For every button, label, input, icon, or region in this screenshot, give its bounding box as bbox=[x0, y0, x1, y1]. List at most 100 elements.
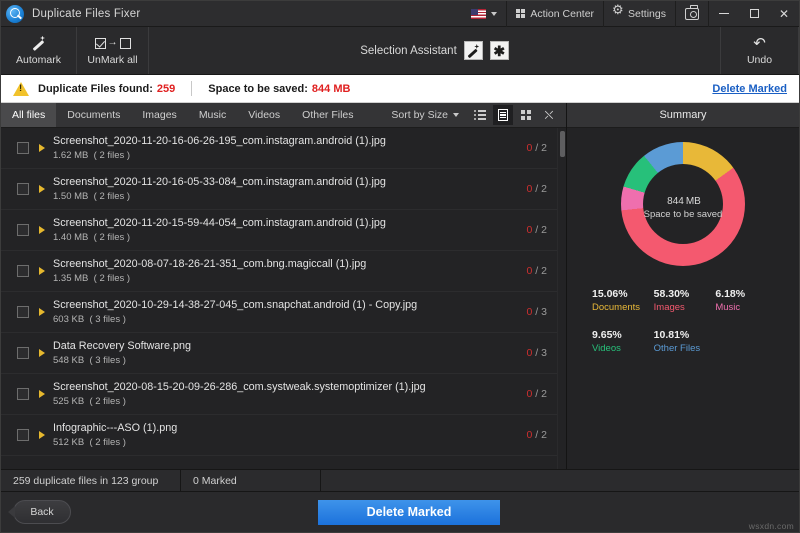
row-checkbox[interactable] bbox=[17, 224, 29, 236]
legend-item: 6.18% Music bbox=[715, 288, 777, 313]
summary-title: Summary bbox=[567, 103, 799, 128]
legend-item: 9.65% Videos bbox=[592, 329, 654, 354]
row-meta: Infographic---ASO (1).png 512 KB ( 2 file… bbox=[53, 422, 517, 448]
legend-label: Music bbox=[715, 302, 741, 313]
maximize-icon bbox=[749, 9, 759, 18]
grid-icon bbox=[515, 8, 526, 19]
maximize-button[interactable] bbox=[739, 1, 769, 27]
table-row[interactable]: Infographic---ASO (1).png 512 KB ( 2 file… bbox=[1, 415, 557, 456]
file-name: Screenshot_2020-08-15-20-09-26-286_com.s… bbox=[53, 381, 426, 393]
divider bbox=[191, 81, 193, 96]
row-meta: Data Recovery Software.png 548 KB ( 3 fil… bbox=[53, 340, 517, 366]
expand-arrow-icon[interactable] bbox=[39, 226, 45, 234]
automark-button[interactable]: Automark bbox=[1, 27, 77, 74]
tile-view-button[interactable] bbox=[516, 105, 536, 125]
minimize-button[interactable] bbox=[709, 1, 739, 27]
expand-arrow-icon[interactable] bbox=[39, 267, 45, 275]
row-checkbox[interactable] bbox=[17, 142, 29, 154]
unmark-all-button[interactable]: → UnMark all bbox=[77, 27, 149, 74]
file-list: Screenshot_2020-11-20-16-06-26-195_com.i… bbox=[1, 128, 557, 469]
expand-arrow-icon[interactable] bbox=[39, 390, 45, 398]
app-title: Duplicate Files Fixer bbox=[32, 7, 141, 20]
file-size: 512 KB ( 2 files ) bbox=[53, 437, 126, 448]
expand-arrow-icon[interactable] bbox=[39, 431, 45, 439]
table-row[interactable]: Screenshot_2020-08-07-18-26-21-351_com.b… bbox=[1, 251, 557, 292]
expand-arrow-icon[interactable] bbox=[39, 185, 45, 193]
delete-marked-link[interactable]: Delete Marked bbox=[712, 83, 787, 95]
tab-music[interactable]: Music bbox=[188, 103, 237, 127]
summary-legend: 15.06% Documents 58.30% Images 6.18% Music 9.6… bbox=[567, 266, 799, 354]
marked-count: 0 / 2 bbox=[526, 142, 547, 154]
back-button[interactable]: Back bbox=[8, 500, 71, 524]
settings-button[interactable]: Settings bbox=[604, 1, 675, 27]
table-row[interactable]: Screenshot_2020-11-20-16-05-33-084_com.i… bbox=[1, 169, 557, 210]
donut-caption: Space to be saved bbox=[643, 208, 723, 220]
expand-arrow-icon[interactable] bbox=[39, 308, 45, 316]
screenshot-button[interactable] bbox=[676, 1, 708, 27]
fullscreen-view-button[interactable]: ⛌ bbox=[539, 105, 559, 125]
row-checkbox[interactable] bbox=[17, 183, 29, 195]
summary-donut-chart: 844 MB Space to be saved bbox=[621, 142, 745, 266]
delete-marked-button[interactable]: Delete Marked bbox=[318, 499, 500, 525]
table-row[interactable]: Screenshot_2020-11-20-16-06-26-195_com.i… bbox=[1, 128, 557, 169]
row-checkbox[interactable] bbox=[17, 429, 29, 441]
legend-percent: 10.81% bbox=[653, 329, 690, 341]
automark-label: Automark bbox=[16, 54, 61, 66]
magic-wand-icon bbox=[31, 35, 47, 51]
expand-arrow-icon[interactable] bbox=[39, 349, 45, 357]
table-row[interactable]: Screenshot_2020-11-20-15-59-44-054_com.i… bbox=[1, 210, 557, 251]
file-name: Screenshot_2020-10-29-14-38-27-045_com.s… bbox=[53, 299, 418, 311]
legend-label: Documents bbox=[592, 302, 641, 313]
main-toolbar: Automark → UnMark all Selection Assistan… bbox=[1, 27, 799, 75]
tab-images[interactable]: Images bbox=[131, 103, 187, 127]
undo-arrow-icon: ↶ bbox=[753, 34, 766, 52]
detail-view-button[interactable] bbox=[493, 105, 513, 125]
table-row[interactable]: Data Recovery Software.png 548 KB ( 3 fil… bbox=[1, 333, 557, 374]
selection-assistant-label: Selection Assistant bbox=[360, 44, 457, 57]
row-checkbox[interactable] bbox=[17, 265, 29, 277]
tile-view-icon bbox=[521, 110, 531, 120]
tab-other-files[interactable]: Other Files bbox=[291, 103, 364, 127]
action-center-button[interactable]: Action Center bbox=[507, 1, 603, 27]
duplicate-files-fixer-window: Duplicate Files Fixer Action Center Sett… bbox=[0, 0, 800, 533]
marked-count: 0 / 2 bbox=[526, 429, 547, 441]
footer-bar: Back Delete Marked wsxdn.com bbox=[1, 492, 799, 532]
sort-dropdown[interactable]: Sort by Size bbox=[383, 109, 467, 121]
legend-label: Videos bbox=[592, 343, 621, 354]
language-selector[interactable] bbox=[462, 1, 506, 27]
title-bar: Duplicate Files Fixer Action Center Sett… bbox=[1, 0, 799, 27]
legend-item: 10.81% Other Files bbox=[654, 329, 716, 354]
title-bar-actions: Action Center Settings ✕ bbox=[462, 0, 799, 27]
undo-button[interactable]: ↶ Undo bbox=[721, 27, 799, 74]
file-name: Screenshot_2020-11-20-16-06-26-195_com.i… bbox=[53, 135, 386, 147]
file-size: 548 KB ( 3 files ) bbox=[53, 355, 126, 366]
close-button[interactable]: ✕ bbox=[769, 1, 799, 27]
file-list-scroll-area[interactable]: Screenshot_2020-11-20-16-06-26-195_com.i… bbox=[1, 128, 566, 469]
status-duplicates: 259 duplicate files in 123 group bbox=[1, 470, 181, 491]
expand-arrow-icon[interactable] bbox=[39, 144, 45, 152]
selection-assistant-sparkle-button[interactable]: ✱ bbox=[489, 41, 509, 60]
detail-view-icon bbox=[498, 109, 508, 121]
tab-videos[interactable]: Videos bbox=[237, 103, 291, 127]
chevron-down-icon bbox=[453, 113, 459, 117]
scrollbar-thumb[interactable] bbox=[560, 131, 565, 157]
selection-assistant-wand-button[interactable] bbox=[463, 41, 483, 60]
view-controls: Sort by Size ⛌ bbox=[383, 103, 566, 127]
duplicates-found-label: Duplicate Files found: bbox=[38, 82, 153, 95]
legend-label: Images bbox=[653, 302, 685, 313]
vertical-scrollbar[interactable] bbox=[557, 128, 566, 469]
row-checkbox[interactable] bbox=[17, 347, 29, 359]
file-size: 1.40 MB ( 2 files ) bbox=[53, 232, 131, 243]
summary-body: 844 MB Space to be saved 15.06% Documents 5… bbox=[567, 128, 799, 469]
minimize-icon bbox=[719, 13, 729, 14]
status-bar: 259 duplicate files in 123 group 0 Marke… bbox=[1, 469, 799, 492]
table-row[interactable]: Screenshot_2020-08-15-20-09-26-286_com.s… bbox=[1, 374, 557, 415]
tab-all-files[interactable]: All files bbox=[1, 103, 57, 127]
checked-box-icon bbox=[94, 37, 106, 49]
tab-documents[interactable]: Documents bbox=[56, 103, 131, 127]
row-checkbox[interactable] bbox=[17, 388, 29, 400]
row-checkbox[interactable] bbox=[17, 306, 29, 318]
marked-count: 0 / 2 bbox=[526, 265, 547, 277]
table-row[interactable]: Screenshot_2020-10-29-14-38-27-045_com.s… bbox=[1, 292, 557, 333]
list-view-button[interactable] bbox=[470, 105, 490, 125]
